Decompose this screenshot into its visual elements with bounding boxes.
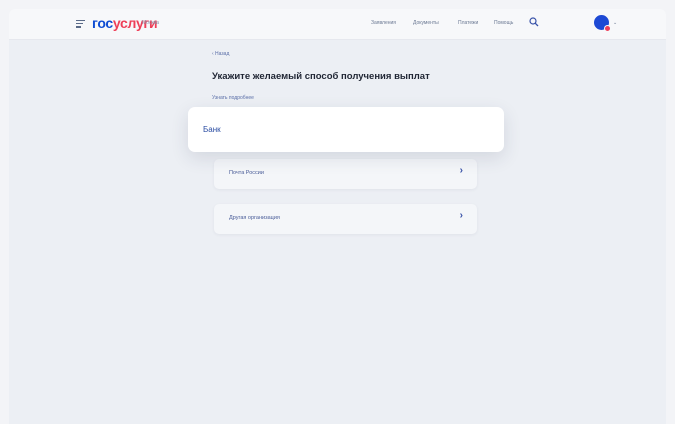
chevron-right-icon: › [459, 165, 463, 176]
nav-payments[interactable]: Платежи [458, 20, 478, 26]
notification-dot [604, 25, 611, 32]
logo-part-1: гос [92, 15, 113, 31]
option-other-organization[interactable]: Другая организация › [214, 204, 477, 234]
chevron-right-icon: › [459, 210, 463, 221]
nav-help[interactable]: Помощь [494, 20, 513, 26]
chevron-down-icon[interactable]: ⌄ [613, 20, 617, 26]
option-bank-label: Банк [203, 125, 221, 134]
city-selector[interactable]: Москва [142, 20, 159, 26]
option-post-label: Почта России [229, 170, 264, 176]
header: госуслуги Москва Заявления Документы Пла… [9, 9, 666, 40]
page-frame: госуслуги Москва Заявления Документы Пла… [9, 9, 666, 424]
option-bank[interactable]: Банк [188, 107, 504, 152]
nav-documents[interactable]: Документы [413, 20, 439, 26]
menu-icon[interactable] [76, 20, 85, 28]
option-other-organization-label: Другая организация [229, 215, 280, 221]
search-icon[interactable] [529, 17, 539, 27]
page-title: Укажите желаемый способ получения выплат [212, 71, 430, 82]
learn-more-link[interactable]: Узнать подробнее [212, 95, 254, 101]
back-link[interactable]: ‹ Назад [212, 51, 229, 57]
nav-applications[interactable]: Заявления [371, 20, 396, 26]
option-post[interactable]: Почта России › [214, 159, 477, 189]
